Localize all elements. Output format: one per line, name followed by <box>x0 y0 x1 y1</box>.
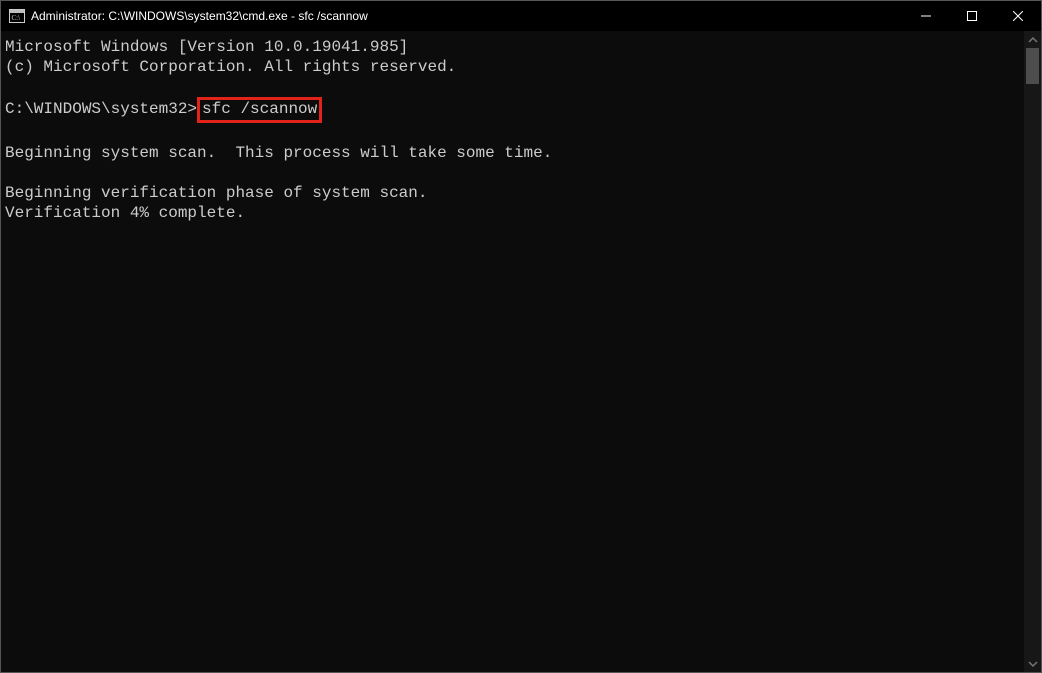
cmd-icon: C:\ <box>9 8 25 24</box>
command-highlight: sfc /scannow <box>197 97 322 123</box>
titlebar[interactable]: C:\ Administrator: C:\WINDOWS\system32\c… <box>1 1 1041 31</box>
line-progress: Verification 4% complete. <box>5 204 245 222</box>
line-copyright: (c) Microsoft Corporation. All rights re… <box>5 58 456 76</box>
cmd-window: C:\ Administrator: C:\WINDOWS\system32\c… <box>0 0 1042 673</box>
scroll-up-button[interactable] <box>1024 31 1041 48</box>
scrollbar-thumb[interactable] <box>1026 48 1039 84</box>
prompt-prefix: C:\WINDOWS\system32> <box>5 100 197 118</box>
window-title: Administrator: C:\WINDOWS\system32\cmd.e… <box>31 9 368 23</box>
scrollbar-track[interactable] <box>1024 48 1041 655</box>
scroll-down-button[interactable] <box>1024 655 1041 672</box>
vertical-scrollbar[interactable] <box>1024 31 1041 672</box>
terminal-output[interactable]: Microsoft Windows [Version 10.0.19041.98… <box>1 31 1024 672</box>
client-area: Microsoft Windows [Version 10.0.19041.98… <box>1 31 1041 672</box>
line-begin-scan: Beginning system scan. This process will… <box>5 144 552 162</box>
close-button[interactable] <box>995 1 1041 31</box>
line-version: Microsoft Windows [Version 10.0.19041.98… <box>5 38 408 56</box>
entered-command: sfc /scannow <box>202 100 317 118</box>
maximize-button[interactable] <box>949 1 995 31</box>
svg-text:C:\: C:\ <box>12 14 21 22</box>
line-begin-verify: Beginning verification phase of system s… <box>5 184 427 202</box>
minimize-button[interactable] <box>903 1 949 31</box>
